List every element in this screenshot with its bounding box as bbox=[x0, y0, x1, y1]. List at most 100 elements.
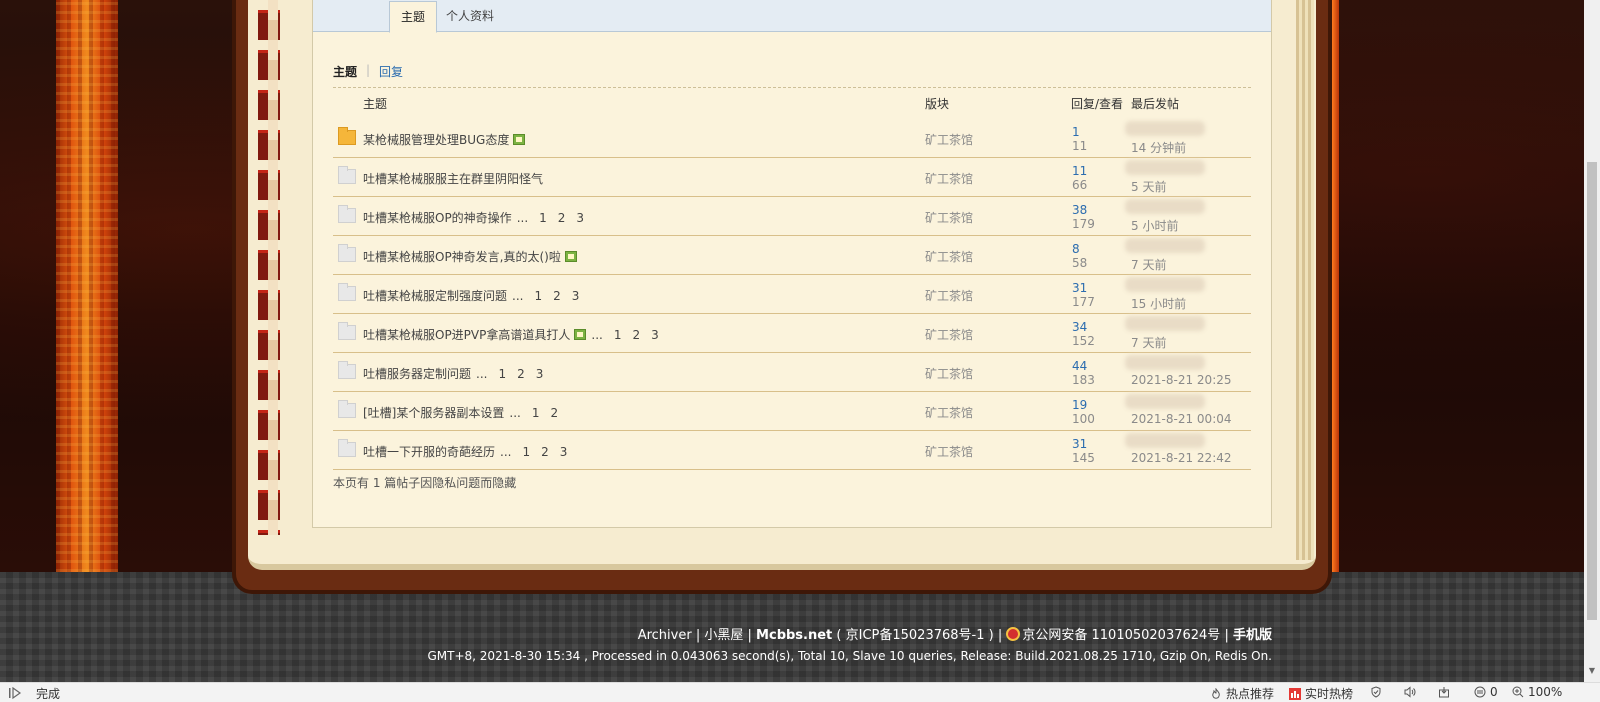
reply-count[interactable]: 19 bbox=[1072, 398, 1087, 412]
tab-topics[interactable]: 主题 bbox=[389, 1, 438, 33]
topic-link[interactable]: 吐槽服务器定制问题 bbox=[363, 367, 471, 381]
page-link[interactable]: 1 bbox=[539, 211, 547, 225]
page-link[interactable]: 2 bbox=[541, 445, 549, 459]
reply-count[interactable]: 34 bbox=[1072, 320, 1087, 334]
topic-link[interactable]: 吐槽某枪械服OP的神奇操作 bbox=[363, 211, 512, 225]
reply-count[interactable]: 38 bbox=[1072, 203, 1087, 217]
hidden-posts-note: 本页有 1 篇帖子因隐私问题而隐藏 bbox=[333, 476, 517, 490]
book-binding-edge bbox=[268, 0, 278, 535]
security-button[interactable] bbox=[1370, 685, 1386, 699]
last-post-time[interactable]: 2021-8-21 22:42 bbox=[1131, 451, 1232, 465]
adblock-button[interactable]: 0 bbox=[1474, 685, 1498, 699]
page-link[interactable]: 3 bbox=[572, 289, 580, 303]
reply-count[interactable]: 8 bbox=[1072, 242, 1080, 256]
reply-count[interactable]: 31 bbox=[1072, 437, 1087, 451]
forum-link[interactable]: 矿工茶馆 bbox=[925, 326, 973, 343]
sound-button[interactable] bbox=[1404, 685, 1420, 699]
scroll-down-icon[interactable]: ▼ bbox=[1587, 666, 1597, 676]
topic-link[interactable]: [吐槽]某个服务器副本设置 bbox=[363, 406, 504, 420]
reply-count[interactable]: 11 bbox=[1072, 164, 1087, 178]
reply-count[interactable]: 44 bbox=[1072, 359, 1087, 373]
blurred-author-name bbox=[1125, 394, 1205, 409]
adblock-icon bbox=[1474, 686, 1486, 698]
page-link[interactable]: 2 bbox=[632, 328, 640, 342]
content-panel: 主题 个人资料 主题 | 回复 主题 版块 回复/查看 最后发帖 某枪械服管理处… bbox=[312, 0, 1272, 528]
folder-icon bbox=[338, 283, 356, 301]
subtab-replies[interactable]: 回复 bbox=[379, 63, 403, 80]
last-post-time[interactable]: 5 小时前 bbox=[1131, 217, 1178, 234]
bar-chart-icon bbox=[1289, 688, 1301, 700]
forum-link[interactable]: 矿工茶馆 bbox=[925, 248, 973, 265]
page-link[interactable]: 3 bbox=[651, 328, 659, 342]
forum-link[interactable]: 矿工茶馆 bbox=[925, 170, 973, 187]
folder-icon bbox=[338, 361, 356, 379]
last-post-time[interactable]: 7 天前 bbox=[1131, 256, 1166, 273]
image-attachment-icon bbox=[513, 134, 526, 145]
page-link[interactable]: 1 bbox=[498, 367, 506, 381]
blurred-author-name bbox=[1125, 160, 1205, 175]
last-post-time[interactable]: 2021-8-21 20:25 bbox=[1131, 373, 1232, 387]
topic-link[interactable]: 吐槽一下开服的奇葩经历 bbox=[363, 445, 495, 459]
folder-icon bbox=[338, 244, 356, 262]
topic-link[interactable]: 吐槽某枪械服定制强度问题 bbox=[363, 289, 507, 303]
tab-profile[interactable]: 个人资料 bbox=[435, 1, 505, 33]
topic-title-cell: 吐槽某枪械服OP神奇发言,真的太()啦 bbox=[363, 248, 577, 265]
reply-count[interactable]: 1 bbox=[1072, 125, 1080, 139]
play-icon[interactable] bbox=[8, 686, 22, 700]
last-post-time[interactable]: 2021-8-21 00:04 bbox=[1131, 412, 1232, 426]
police-record-link[interactable]: 京公网安备 11010502037624号 bbox=[1022, 628, 1220, 643]
page-link[interactable]: 1 bbox=[534, 289, 542, 303]
topic-link[interactable]: 吐槽某枪械服OP进PVP拿高谱道具打人 bbox=[363, 328, 570, 342]
view-count: 58 bbox=[1072, 256, 1088, 270]
page-link[interactable]: 3 bbox=[560, 445, 568, 459]
forum-link[interactable]: 矿工茶馆 bbox=[925, 131, 973, 148]
folder-icon bbox=[338, 439, 356, 457]
forum-link[interactable]: 矿工茶馆 bbox=[925, 443, 973, 460]
page-link[interactable]: 3 bbox=[536, 367, 544, 381]
downloads-button[interactable] bbox=[1438, 685, 1454, 699]
topic-pager: ... 1 2 3 bbox=[512, 289, 580, 303]
page-link[interactable]: 2 bbox=[517, 367, 525, 381]
mobile-version-link[interactable]: 手机版 bbox=[1233, 628, 1272, 643]
view-count: 183 bbox=[1072, 373, 1095, 387]
last-post-time[interactable]: 5 天前 bbox=[1131, 178, 1166, 195]
page-link[interactable]: 1 bbox=[522, 445, 530, 459]
realtime-hot-button[interactable]: 实时热榜 bbox=[1289, 685, 1353, 702]
dark-room-link[interactable]: 小黑屋 bbox=[704, 628, 743, 643]
last-post-time[interactable]: 14 分钟前 bbox=[1131, 139, 1186, 156]
page-link[interactable]: 1 bbox=[614, 328, 622, 342]
folder-icon bbox=[338, 322, 356, 340]
icp-link[interactable]: ( 京ICP备15023768号-1 ) bbox=[836, 628, 993, 643]
header-forum: 版块 bbox=[925, 97, 950, 111]
last-post-time[interactable]: 15 小时前 bbox=[1131, 295, 1186, 312]
page-link[interactable]: 2 bbox=[558, 211, 566, 225]
forum-link[interactable]: 矿工茶馆 bbox=[925, 209, 973, 226]
scrollbar[interactable]: ▼ bbox=[1584, 0, 1600, 682]
forum-link[interactable]: 矿工茶馆 bbox=[925, 287, 973, 304]
page-link[interactable]: 2 bbox=[550, 406, 558, 420]
blurred-author-name bbox=[1125, 121, 1205, 136]
lava-column-left bbox=[56, 0, 118, 572]
forum-link[interactable]: 矿工茶馆 bbox=[925, 404, 973, 421]
topic-title-cell: 吐槽某枪械服OP进PVP拿高谱道具打人 ... 1 2 3 bbox=[363, 326, 659, 343]
topic-link[interactable]: 吐槽某枪械服服主在群里阴阳怪气 bbox=[363, 172, 543, 186]
topic-link[interactable]: 吐槽某枪械服OP神奇发言,真的太()啦 bbox=[363, 250, 561, 264]
topic-link[interactable]: 某枪械服管理处理BUG态度 bbox=[363, 133, 509, 147]
reply-count[interactable]: 31 bbox=[1072, 281, 1087, 295]
brand-link[interactable]: Mcbbs.net bbox=[756, 628, 832, 643]
subtab-topics[interactable]: 主题 bbox=[333, 63, 357, 80]
page-link[interactable]: 2 bbox=[553, 289, 561, 303]
forum-link[interactable]: 矿工茶馆 bbox=[925, 365, 973, 382]
table-row: 吐槽某枪械服OP神奇发言,真的太()啦 矿工茶馆 8 58 7 天前 bbox=[333, 236, 1251, 275]
footer-separator: | bbox=[1224, 628, 1229, 643]
scrollbar-thumb[interactable] bbox=[1587, 162, 1597, 620]
zoom-in-icon bbox=[1512, 686, 1524, 698]
last-post-time[interactable]: 7 天前 bbox=[1131, 334, 1166, 351]
page-link[interactable]: 3 bbox=[576, 211, 584, 225]
page-link[interactable]: 1 bbox=[532, 406, 540, 420]
topic-table: 主题 版块 回复/查看 最后发帖 某枪械服管理处理BUG态度 矿工茶馆 1 11 14 … bbox=[333, 88, 1251, 470]
hot-recommend-button[interactable]: 热点推荐 bbox=[1210, 685, 1274, 702]
book-page-edge bbox=[1296, 0, 1314, 560]
zoom-button[interactable]: 100% bbox=[1512, 685, 1562, 699]
archiver-link[interactable]: Archiver bbox=[638, 628, 692, 643]
